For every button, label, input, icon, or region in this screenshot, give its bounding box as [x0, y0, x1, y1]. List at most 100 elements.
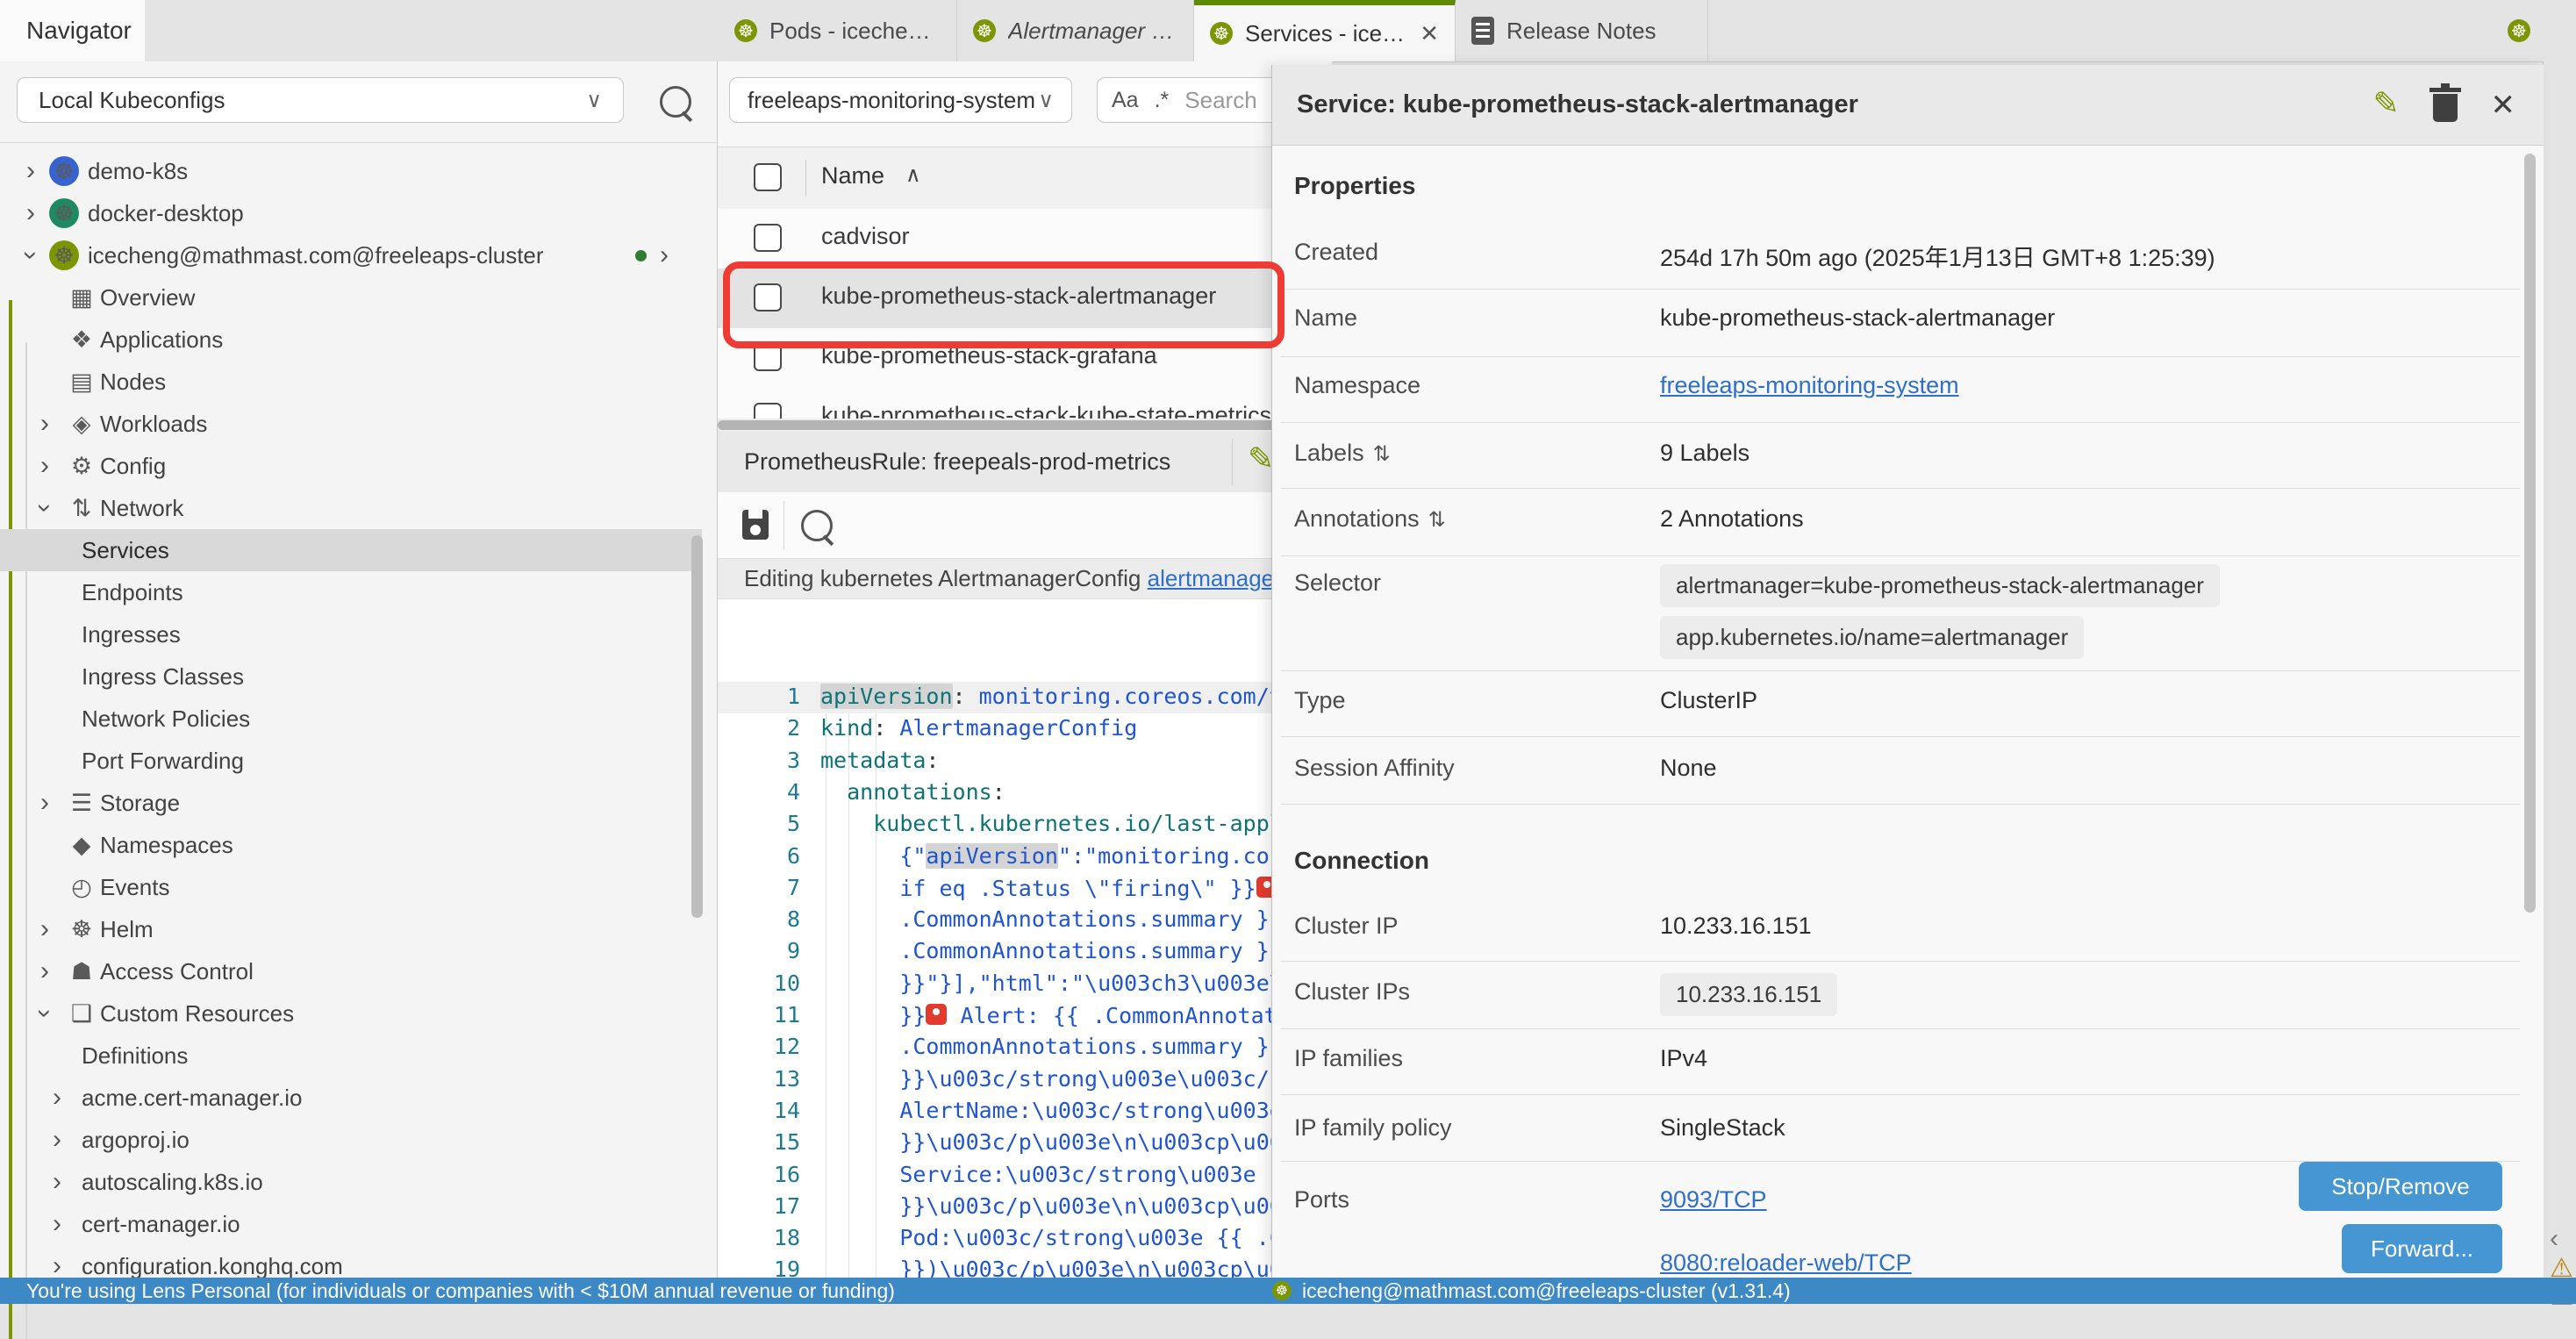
- code-line-3[interactable]: 3metadata:: [718, 746, 1332, 777]
- sidebar-item-icecheng-mathmast-com-freeleaps-cluster[interactable]: ›☸icecheng@mathmast.com@freeleaps-cluste…: [0, 234, 702, 276]
- sidebar-item-argoproj-io[interactable]: ›argoproj.io: [0, 1119, 702, 1161]
- code-line-1[interactable]: 1apiVersion: monitoring.coreos.com/v1: [718, 682, 1332, 713]
- column-header-name[interactable]: Name: [821, 162, 884, 190]
- sidebar-item-applications[interactable]: ❖Applications: [0, 319, 702, 361]
- sidebar-item-nodes[interactable]: ▤Nodes: [0, 361, 702, 403]
- namespace-select[interactable]: freeleaps-monitoring-system ∨: [729, 77, 1072, 123]
- select-all-checkbox[interactable]: [754, 163, 782, 191]
- chevron-right-icon[interactable]: ›: [53, 1211, 61, 1237]
- kubeconfig-source-select[interactable]: Local Kubeconfigs ∨: [17, 77, 624, 123]
- sidebar-item-port-forwarding[interactable]: Port Forwarding: [0, 740, 702, 782]
- table-row-kube-prometheus-stack-kube-state-metrics[interactable]: kube-prometheus-stack-kube-state-metrics: [718, 388, 1332, 419]
- sidebar-item-access-control[interactable]: ›☗Access Control: [0, 950, 702, 992]
- horizontal-scrollbar[interactable]: [718, 419, 1332, 432]
- sidebar-item-custom-resources[interactable]: ›❑Custom Resources: [0, 992, 702, 1035]
- code-line-13[interactable]: 13 }}\u003c/strong\u003e\u003c/h3: [718, 1064, 1332, 1096]
- chevron-right-icon[interactable]: ›: [26, 200, 35, 226]
- code-line-2[interactable]: 2kind: AlertmanagerConfig: [718, 713, 1332, 745]
- chevron-right-icon[interactable]: ›: [40, 453, 49, 479]
- code-line-19[interactable]: 19 }})\u003c/p\u003e\n\u003cp\u00: [718, 1255, 1332, 1278]
- search-icon[interactable]: [660, 86, 691, 118]
- tab-release-notes[interactable]: Release Notes: [1456, 0, 1708, 61]
- code-line-6[interactable]: 6 {"apiVersion":"monitoring.core: [718, 841, 1332, 873]
- code-line-18[interactable]: 18 Pod:\u003c/strong\u003e {{ .Co: [718, 1223, 1332, 1255]
- edit-pencil-icon[interactable]: [1248, 448, 1274, 474]
- sidebar-item-endpoints[interactable]: Endpoints: [0, 571, 702, 613]
- sidebar-item-ingress-classes[interactable]: Ingress Classes: [0, 655, 702, 698]
- tab-overflow[interactable]: ☸: [2492, 0, 2576, 61]
- chevron-left-icon[interactable]: ‹: [2550, 1224, 2558, 1254]
- chevron-right-icon[interactable]: ›: [53, 1127, 61, 1153]
- sidebar-item-workloads[interactable]: ›◈Workloads: [0, 403, 702, 445]
- sidebar-item-config[interactable]: ›⚙Config: [0, 445, 702, 487]
- chevron-right-icon[interactable]: ›: [660, 242, 669, 269]
- chevron-right-icon[interactable]: ›: [53, 1085, 61, 1111]
- sidebar-item-autoscaling-k8s-io[interactable]: ›autoscaling.k8s.io: [0, 1161, 702, 1203]
- sidebar-item-storage[interactable]: ›☰Storage: [0, 782, 702, 824]
- row-checkbox[interactable]: [754, 224, 782, 252]
- match-case-icon[interactable]: Aa: [1112, 88, 1139, 113]
- chevron-down-icon[interactable]: ›: [18, 251, 44, 260]
- drawer-scrollbar[interactable]: [2524, 154, 2536, 913]
- code-line-4[interactable]: 4 annotations:: [718, 777, 1332, 809]
- code-line-11[interactable]: 11 }} Alert: {{ .CommonAnnotati: [718, 1000, 1332, 1032]
- sidebar-item-overview[interactable]: ▦Overview: [0, 276, 702, 319]
- editor-search-icon[interactable]: [801, 510, 833, 541]
- tab-alertmanager-configs[interactable]: ☸Alertmanager Configs - icec...: [957, 0, 1194, 61]
- sidebar-item-events[interactable]: ◴Events: [0, 866, 702, 908]
- sidebar-item-cert-manager-io[interactable]: ›cert-manager.io: [0, 1203, 702, 1245]
- sidebar-item-network-policies[interactable]: Network Policies: [0, 698, 702, 740]
- chevron-right-icon[interactable]: ›: [40, 411, 49, 437]
- tab-services-icecheng-ma[interactable]: ☸Services - icecheng@math...✕: [1194, 0, 1456, 61]
- chevron-down-icon[interactable]: ›: [32, 504, 58, 512]
- sort-toggle-icon[interactable]: ⇅: [1373, 442, 1391, 466]
- sidebar-item-configuration-konghq-com[interactable]: ›configuration.konghq.com: [0, 1245, 702, 1278]
- sidebar-item-services[interactable]: Services: [0, 529, 702, 571]
- chevron-right-icon[interactable]: ›: [40, 916, 49, 942]
- regex-icon[interactable]: .*: [1155, 88, 1170, 113]
- tab-pods-icecheng-mathma[interactable]: ☸Pods - icecheng@mathmas...: [719, 0, 957, 61]
- chevron-right-icon[interactable]: ›: [53, 1169, 61, 1195]
- code-line-8[interactable]: 8 .CommonAnnotations.summary }}: [718, 905, 1332, 936]
- code-line-10[interactable]: 10 }}"}],"html":"\u003ch3\u003e\u: [718, 969, 1332, 1000]
- tab-close-icon[interactable]: ✕: [1420, 20, 1439, 47]
- code-line-14[interactable]: 14 AlertName:\u003c/strong\u003e: [718, 1096, 1332, 1128]
- edit-service-icon[interactable]: [2373, 92, 2400, 118]
- code-line-9[interactable]: 9 .CommonAnnotations.summary }}: [718, 936, 1332, 968]
- yaml-editor[interactable]: 1apiVersion: monitoring.coreos.com/v12ki…: [718, 599, 1332, 1278]
- namespace-link[interactable]: freeleaps-monitoring-system: [1660, 372, 1959, 398]
- sidebar-item-ingresses[interactable]: Ingresses: [0, 613, 702, 655]
- sort-ascending-icon[interactable]: ∧: [905, 162, 921, 188]
- prometheusrule-dock-tab[interactable]: PrometheusRule: freepeals-prod-metrics: [718, 432, 1332, 493]
- sidebar-item-definitions[interactable]: Definitions: [0, 1035, 702, 1077]
- row-checkbox[interactable]: [754, 403, 782, 419]
- port-button-forward[interactable]: Forward...: [2342, 1224, 2502, 1273]
- chevron-down-icon[interactable]: ›: [32, 1009, 58, 1018]
- code-line-7[interactable]: 7 if eq .Status \"firing\" }}: [718, 873, 1332, 905]
- close-icon[interactable]: ✕: [2491, 88, 2516, 123]
- table-row-cadvisor[interactable]: cadvisor: [718, 209, 1332, 269]
- sidebar-item-docker-desktop[interactable]: ›☸docker-desktop: [0, 192, 702, 234]
- chevron-right-icon[interactable]: ›: [40, 958, 49, 985]
- sidebar-item-acme-cert-manager-io[interactable]: ›acme.cert-manager.io: [0, 1077, 702, 1119]
- code-line-12[interactable]: 12 .CommonAnnotations.summary }}: [718, 1032, 1332, 1063]
- code-line-5[interactable]: 5 kubectl.kubernetes.io/last-appli: [718, 809, 1332, 841]
- chevron-right-icon[interactable]: ›: [40, 790, 49, 816]
- alertmanagerconfig-link[interactable]: alertmanager: [1148, 565, 1282, 592]
- code-line-15[interactable]: 15 }}\u003c/p\u003e\n\u003cp\u003: [718, 1128, 1332, 1159]
- chevron-right-icon[interactable]: ›: [26, 158, 35, 184]
- port-link[interactable]: 9093/TCP: [1660, 1186, 1767, 1213]
- sidebar-scrollbar[interactable]: [691, 535, 703, 918]
- sidebar-item-demo-k8s[interactable]: ›☸demo-k8s: [0, 150, 702, 192]
- port-button-stop-remove[interactable]: Stop/Remove: [2299, 1162, 2502, 1211]
- sidebar-item-namespaces[interactable]: ◆Namespaces: [0, 824, 702, 866]
- save-icon[interactable]: [742, 510, 769, 540]
- code-line-17[interactable]: 17 }}\u003c/p\u003e\n\u003cp\u003: [718, 1192, 1332, 1223]
- code-line-16[interactable]: 16 Service:\u003c/strong\u003e {: [718, 1160, 1332, 1192]
- sidebar-item-helm[interactable]: ›☸Helm: [0, 908, 702, 950]
- port-link[interactable]: 8080:reloader-web/TCP: [1660, 1249, 1912, 1276]
- sort-toggle-icon[interactable]: ⇅: [1428, 508, 1446, 532]
- sidebar-item-network[interactable]: ›⇅Network: [0, 487, 702, 529]
- chevron-right-icon[interactable]: ›: [53, 1253, 61, 1278]
- delete-service-icon[interactable]: [2433, 94, 2458, 122]
